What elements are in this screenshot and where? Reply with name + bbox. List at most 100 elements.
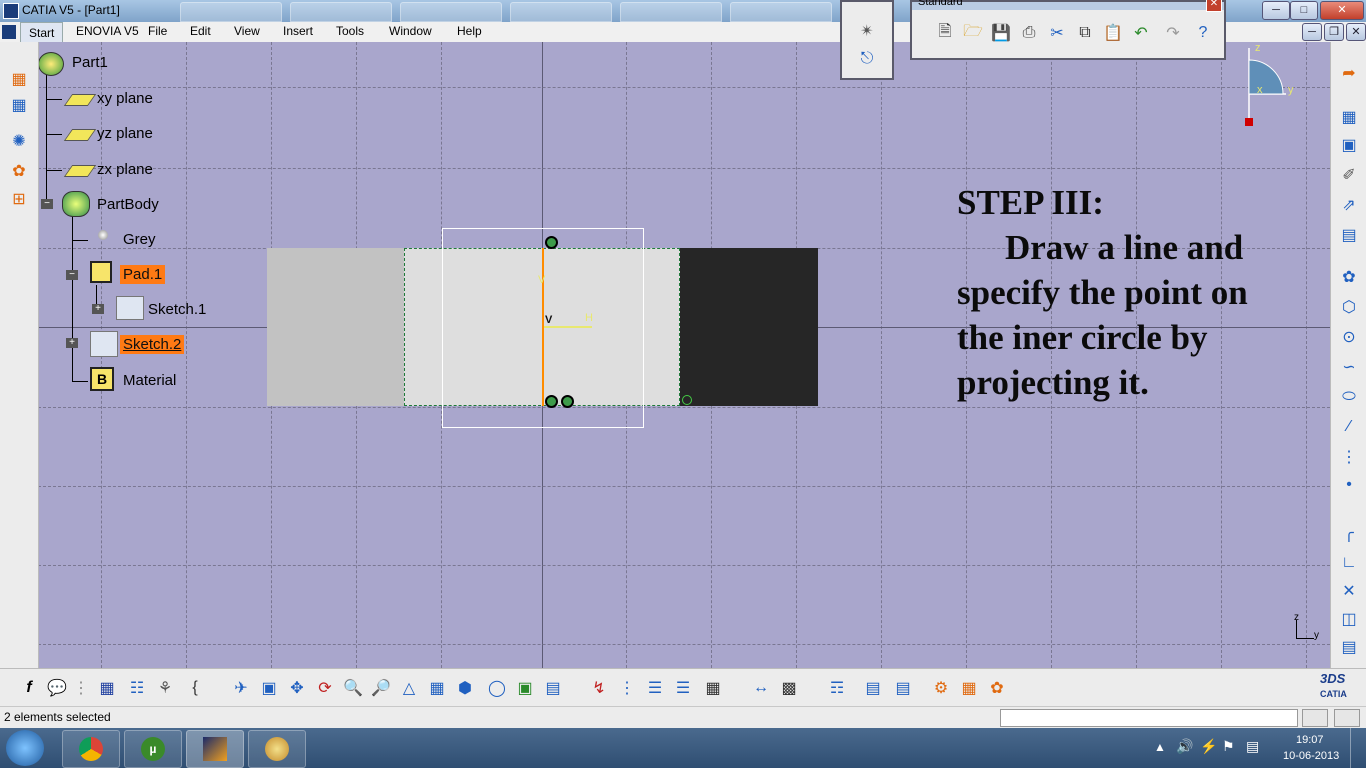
menu-help[interactable]: Help: [457, 24, 482, 38]
zoom-out-icon[interactable]: 🔎: [370, 677, 392, 699]
project-3d-elements-icon[interactable]: ✴: [856, 20, 878, 42]
constraint-icon[interactable]: ▤: [1338, 636, 1360, 658]
clock-date[interactable]: 10-06-2013: [1283, 750, 1339, 762]
dimensional-constraints-icon[interactable]: ⊞: [8, 188, 30, 210]
pad-side-face[interactable]: [267, 248, 404, 406]
projected-point[interactable]: [545, 236, 558, 249]
command-button[interactable]: [1334, 709, 1360, 727]
doc-close-button[interactable]: ✕: [1346, 23, 1366, 41]
endpoint-marker[interactable]: [682, 395, 692, 405]
tree-item-pad1[interactable]: Pad.1: [120, 265, 166, 284]
constraint-icon[interactable]: ▦: [958, 677, 980, 699]
tree-item-grey[interactable]: Grey: [123, 231, 156, 248]
comment-icon[interactable]: 💬: [46, 677, 68, 699]
tree-item-material[interactable]: Material: [123, 372, 176, 389]
lock-icon[interactable]: ⚘: [154, 677, 176, 699]
menu-file[interactable]: File: [148, 24, 167, 38]
new-icon[interactable]: 🗎: [934, 22, 956, 44]
doc-restore-button[interactable]: ❐: [1324, 23, 1344, 41]
grid-icon[interactable]: ▦: [8, 68, 30, 90]
multi-view-icon[interactable]: ▦: [426, 677, 448, 699]
collapse-icon[interactable]: −: [66, 270, 78, 280]
parameters-icon[interactable]: ▦: [702, 677, 724, 699]
volume-icon[interactable]: 🔊: [1176, 738, 1193, 755]
print-icon[interactable]: ⎙: [1018, 22, 1040, 44]
axis-icon[interactable]: ⋮: [1338, 446, 1360, 468]
tree-item-zx-plane[interactable]: zx plane: [97, 161, 153, 178]
constraint-point[interactable]: [545, 395, 558, 408]
menu-start[interactable]: Start: [20, 22, 64, 44]
menu-edit[interactable]: Edit: [190, 24, 211, 38]
table-icon[interactable]: ▦: [96, 677, 118, 699]
normal-view-icon[interactable]: △: [398, 677, 420, 699]
menu-tools[interactable]: Tools: [336, 24, 364, 38]
chamfer-icon[interactable]: ∟: [1338, 552, 1360, 574]
select-arrow-icon[interactable]: ➦: [1338, 62, 1360, 84]
taskbar-utorrent[interactable]: µ: [124, 730, 182, 768]
geometric-constraints-icon[interactable]: ✿: [8, 160, 30, 182]
iso-view-icon[interactable]: ⬢: [454, 677, 476, 699]
constraint-icon[interactable]: ✿: [986, 677, 1008, 699]
tray-show-hidden-icon[interactable]: ▲: [1154, 740, 1166, 754]
layers-icon[interactable]: ☰: [644, 677, 666, 699]
constraint-point[interactable]: [561, 395, 574, 408]
menu-view[interactable]: View: [234, 24, 260, 38]
menu-insert[interactable]: Insert: [283, 24, 313, 38]
rectangle-icon[interactable]: ▣: [1338, 134, 1360, 156]
save-icon[interactable]: 💾: [990, 22, 1012, 44]
project-3d-elements-icon[interactable]: ⇗: [1338, 194, 1360, 216]
start-button-icon[interactable]: [6, 730, 44, 766]
zoom-in-icon[interactable]: 🔍: [342, 677, 364, 699]
doc-minimize-button[interactable]: ─: [1302, 23, 1322, 41]
fit-all-icon[interactable]: ▣: [258, 677, 280, 699]
close-button[interactable]: ✕: [1320, 1, 1364, 20]
redo-icon[interactable]: ↷: [1162, 22, 1184, 44]
menu-window[interactable]: Window: [389, 24, 432, 38]
sketch-icon[interactable]: ↯: [588, 677, 610, 699]
exit-workbench-icon[interactable]: ⎋: [856, 48, 878, 70]
command-button[interactable]: [1302, 709, 1328, 727]
power-icon[interactable]: ⚡: [1200, 738, 1217, 755]
spline-icon[interactable]: ✐: [1338, 164, 1360, 186]
fillet-icon[interactable]: ╭: [1338, 522, 1360, 544]
tree-item-sketch2[interactable]: Sketch.2: [120, 335, 185, 354]
action-center-icon[interactable]: ⚑: [1222, 738, 1235, 755]
snap-to-point-icon[interactable]: ▦: [8, 94, 30, 116]
line-icon[interactable]: ∕: [1338, 416, 1360, 438]
bracket-icon[interactable]: ✿: [1338, 266, 1360, 288]
graphic-area[interactable]: V H V z x y z y STEP III: Draw a line an…: [38, 42, 1330, 668]
undo-icon[interactable]: ↶: [1130, 22, 1152, 44]
standard-toolbar-close-button[interactable]: ✕: [1206, 0, 1222, 12]
circle-icon[interactable]: ⊙: [1338, 326, 1360, 348]
swap-icon[interactable]: ▤: [542, 677, 564, 699]
whats-this-icon[interactable]: ?: [1192, 22, 1214, 44]
tree-item-xy-plane[interactable]: xy plane: [97, 90, 153, 107]
profile-icon[interactable]: ▦: [1338, 106, 1360, 128]
copy-icon[interactable]: ⧉: [1074, 22, 1096, 44]
part-icon[interactable]: [38, 52, 64, 76]
rotate-icon[interactable]: ⟳: [314, 677, 336, 699]
formula-icon[interactable]: f: [18, 677, 40, 699]
curve-icon[interactable]: ∽: [1338, 356, 1360, 378]
view-icon[interactable]: ☰: [672, 677, 694, 699]
tree-item-yz-plane[interactable]: yz plane: [97, 125, 153, 142]
expand-icon[interactable]: +: [92, 304, 104, 314]
brace-icon[interactable]: {: [184, 677, 206, 699]
tools-icon[interactable]: ⋮: [70, 677, 92, 699]
polygon-icon[interactable]: ⬡: [1338, 296, 1360, 318]
trim-icon[interactable]: ✕: [1338, 580, 1360, 602]
clock-time[interactable]: 19:07: [1296, 734, 1324, 746]
save-icon[interactable]: ▤: [892, 677, 914, 699]
open-icon[interactable]: 🗁: [962, 22, 984, 44]
taskbar-paint[interactable]: [248, 730, 306, 768]
catalog-icon[interactable]: ☶: [826, 677, 848, 699]
pan-icon[interactable]: ✥: [286, 677, 308, 699]
paste-icon[interactable]: 📋: [1102, 22, 1124, 44]
menu-enovia[interactable]: ENOVIA V5: [76, 24, 139, 38]
taskbar-catia[interactable]: [186, 730, 244, 768]
pad-dark-face[interactable]: [680, 248, 818, 406]
construction-geometry-icon[interactable]: ✺: [8, 130, 30, 152]
intersect-icon[interactable]: ▤: [1338, 224, 1360, 246]
catia-menu-icon[interactable]: [2, 25, 16, 39]
taskbar-chrome[interactable]: [62, 730, 120, 768]
